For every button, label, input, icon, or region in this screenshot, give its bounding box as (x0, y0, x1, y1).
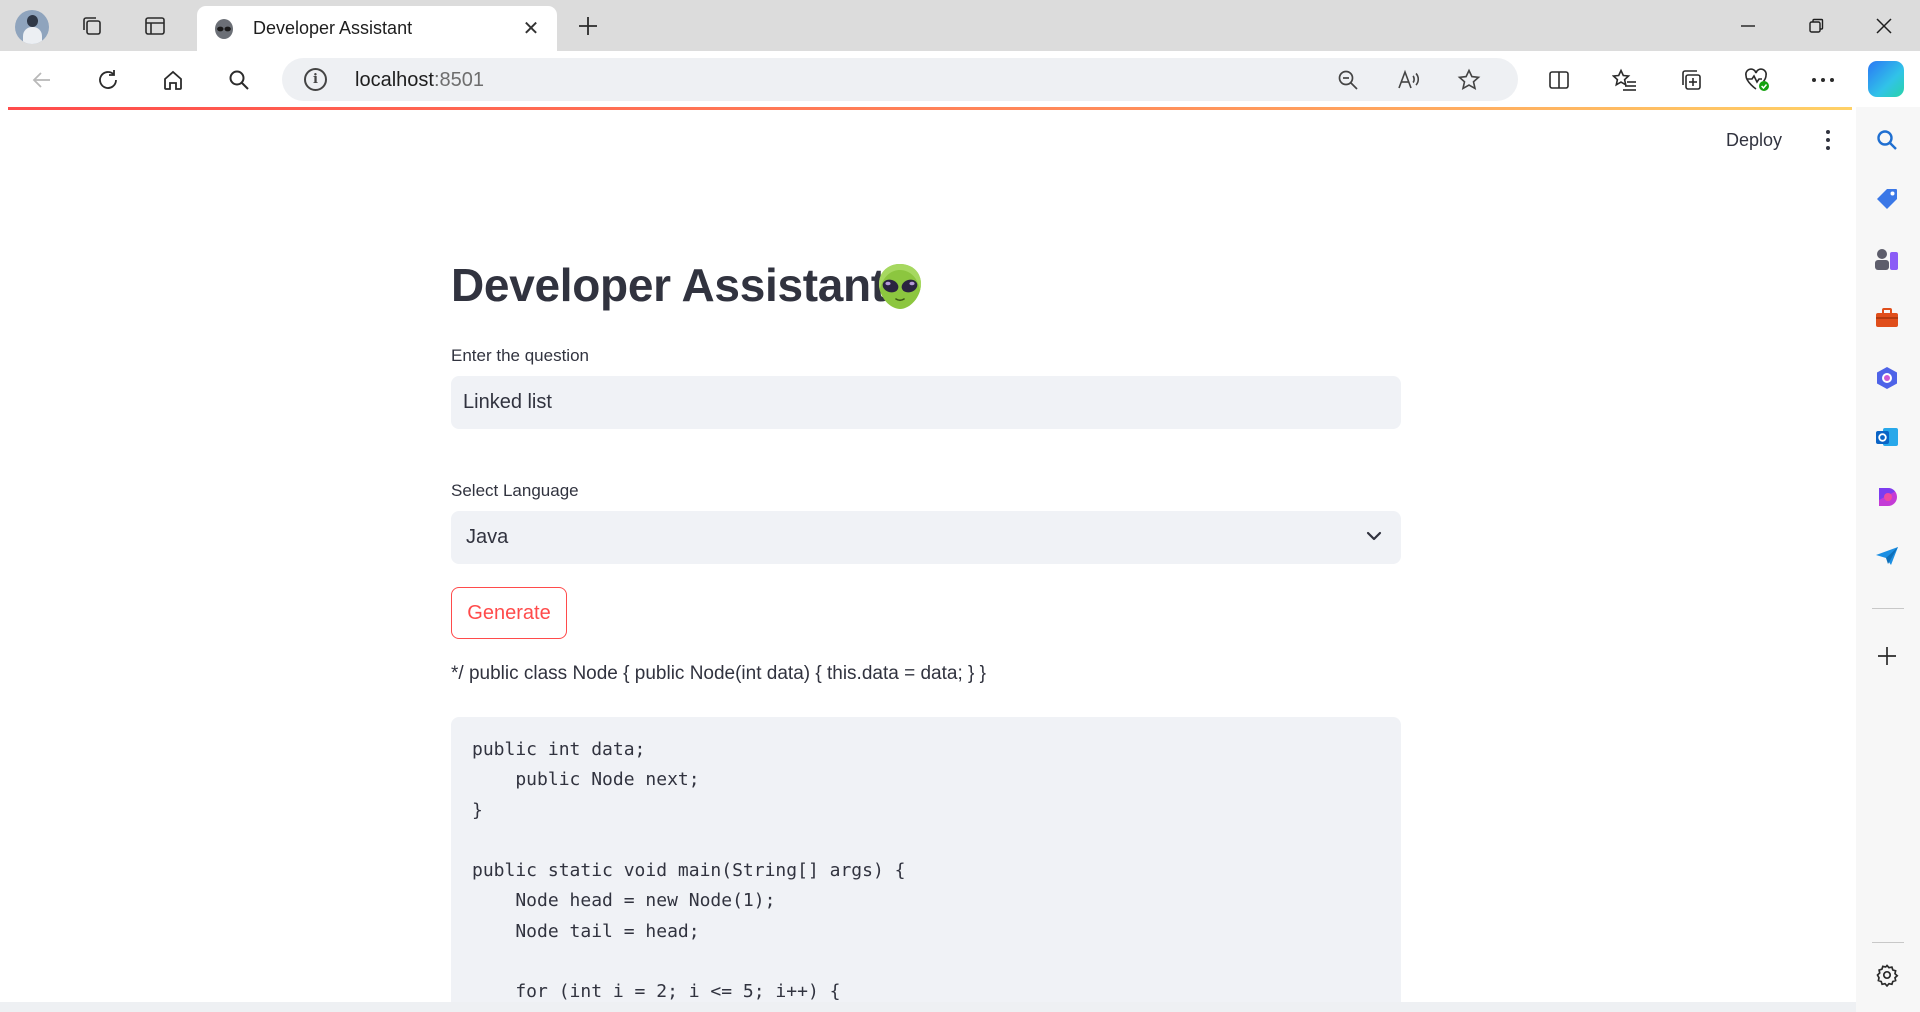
code-block: public int data; public Node next; } pub… (451, 717, 1401, 1002)
avatar-body (23, 27, 42, 44)
main-menu-icon[interactable] (1818, 128, 1838, 152)
favorites-icon[interactable] (1605, 61, 1645, 99)
language-select-value: Java (466, 526, 509, 548)
new-tab-icon[interactable] (572, 10, 604, 42)
alien-emoji-icon (879, 264, 921, 309)
minimize-icon[interactable] (1720, 8, 1776, 44)
chevron-down-icon (1366, 531, 1382, 541)
language-select[interactable]: Java (451, 511, 1401, 564)
menu-dot (1826, 138, 1830, 142)
tab-actions-icon[interactable] (139, 10, 171, 42)
outlook-icon[interactable] (1870, 420, 1904, 454)
deploy-button[interactable]: Deploy (1726, 130, 1782, 151)
page-viewport: Deploy Developer Assistant Enter the que… (8, 110, 1854, 1002)
search-icon[interactable] (219, 61, 259, 99)
close-tab-icon[interactable]: ✕ (513, 16, 549, 41)
heart-pulse-icon[interactable] (1737, 61, 1777, 99)
home-icon[interactable] (153, 61, 193, 99)
question-input[interactable]: Linked list (451, 376, 1401, 429)
drop-icon[interactable] (1870, 480, 1904, 514)
microsoft-365-icon[interactable] (1870, 361, 1904, 395)
tools-briefcase-icon[interactable] (1870, 301, 1904, 335)
copilot-icon[interactable] (1868, 61, 1904, 97)
sidebar-divider-bottom (1872, 942, 1904, 943)
url-text[interactable]: localhost:8501 (355, 69, 484, 92)
search-icon[interactable] (1870, 123, 1904, 157)
language-label: Select Language (451, 481, 579, 500)
menu-dot (1826, 146, 1830, 150)
site-info-icon[interactable]: i (304, 68, 327, 91)
window-bottom-edge (0, 1002, 1856, 1012)
collections-icon[interactable] (1671, 61, 1711, 99)
restore-icon[interactable] (1788, 8, 1844, 44)
tab-strip: Developer Assistant ✕ (0, 0, 1920, 51)
split-screen-icon[interactable] (1539, 61, 1579, 99)
profile-avatar[interactable] (15, 10, 49, 44)
shopping-tag-icon[interactable] (1870, 182, 1904, 216)
question-label: Enter the question (451, 346, 589, 365)
answer-text: */ public class Node { public Node(int d… (451, 663, 986, 684)
avatar-head (27, 15, 38, 27)
browser-toolbar: i localhost:8501 (0, 51, 1920, 107)
url-port: :8501 (433, 69, 484, 91)
more-icon[interactable] (1803, 61, 1843, 99)
plus-icon[interactable] (1870, 639, 1904, 673)
alien-favicon-icon (215, 18, 233, 39)
refresh-icon[interactable] (88, 61, 128, 99)
back-arrow-icon[interactable] (22, 61, 62, 99)
send-icon[interactable] (1870, 539, 1904, 573)
page-title: Developer Assistant (451, 259, 886, 311)
settings-gear-icon[interactable] (1870, 958, 1904, 992)
games-icon[interactable] (1870, 242, 1904, 276)
tab-title: Developer Assistant (253, 18, 413, 38)
star-icon[interactable] (1453, 64, 1485, 96)
zoom-out-icon[interactable] (1332, 64, 1364, 96)
workspaces-icon[interactable] (76, 10, 108, 42)
code-content: public int data; public Node next; } pub… (472, 739, 906, 1002)
address-bar[interactable]: i localhost:8501 (282, 58, 1518, 101)
sidebar-divider (1872, 608, 1904, 609)
menu-dot (1826, 130, 1830, 134)
url-host: localhost (355, 69, 434, 91)
tab-developer-assistant[interactable]: Developer Assistant ✕ (197, 6, 557, 51)
edge-sidebar (1856, 107, 1920, 1012)
close-window-icon[interactable] (1856, 8, 1912, 44)
generate-button[interactable]: Generate (451, 587, 567, 639)
read-aloud-icon[interactable] (1393, 64, 1425, 96)
